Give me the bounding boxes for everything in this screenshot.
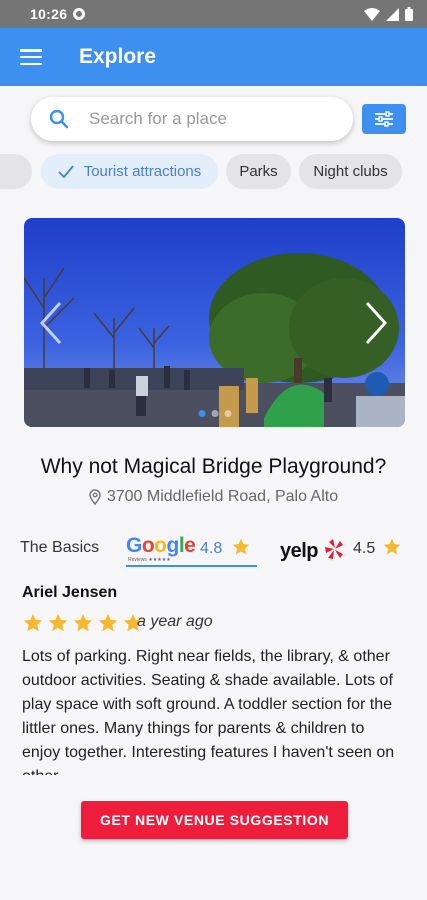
google-rating-value: 4.8: [200, 540, 223, 557]
page-title: Explore: [79, 45, 157, 68]
venue-address: 3700 Middlefield Road, Palo Alto: [0, 488, 427, 506]
check-icon: [58, 165, 74, 178]
chip-parks[interactable]: Parks: [226, 154, 291, 189]
star-icon: [383, 538, 401, 555]
search-bar[interactable]: [31, 97, 353, 141]
review-star-rating: [22, 612, 144, 634]
carousel-indicator: [198, 410, 231, 417]
star-icon: [73, 613, 93, 632]
get-new-venue-button[interactable]: GET NEW VENUE SUGGESTION: [81, 801, 348, 839]
status-icons: [364, 7, 413, 21]
signal-icon: [386, 7, 399, 21]
battery-icon: [405, 7, 413, 21]
venue-photo: [24, 218, 405, 427]
tab-google-reviews[interactable]: Google Reviews ★★★★★ 4.8: [126, 532, 257, 567]
google-reviews-caption: Reviews ★★★★★: [128, 557, 171, 563]
menu-icon[interactable]: [20, 49, 42, 65]
yelp-burst-icon: [325, 539, 343, 559]
chip-tourist-attractions[interactable]: Tourist attractions: [41, 154, 218, 189]
wifi-icon: [364, 7, 380, 21]
carousel-next-icon[interactable]: [355, 298, 395, 348]
star-icon: [232, 538, 250, 555]
search-input[interactable]: [89, 109, 309, 129]
status-bar: 10:26: [0, 0, 427, 28]
carousel-dot: [198, 410, 205, 417]
chip-night-clubs[interactable]: Night clubs: [299, 154, 402, 189]
chip-label: Parks: [239, 163, 278, 180]
carousel-dot: [224, 410, 231, 417]
tune-icon: [375, 111, 393, 127]
yelp-logo: yelp: [280, 540, 319, 562]
category-chips: Tourist attractions Parks Night clubs: [0, 154, 427, 190]
review-author: Ariel Jensen: [22, 584, 118, 601]
venue-title: Why not Magical Bridge Playground?: [40, 455, 387, 478]
tab-the-basics[interactable]: The Basics: [20, 539, 99, 557]
google-logo: Google: [126, 534, 196, 557]
search-icon: [49, 109, 69, 129]
status-time: 10:26: [30, 6, 68, 22]
chip-label: Tourist attractions: [83, 163, 202, 180]
star-icon: [98, 613, 118, 632]
address-text: 3700 Middlefield Road, Palo Alto: [106, 488, 339, 505]
star-icon: [48, 613, 68, 632]
settings-status-icon: [73, 8, 86, 20]
review-body[interactable]: Lots of parking. Right near fields, the …: [22, 645, 407, 775]
filter-button[interactable]: [362, 104, 406, 134]
star-icon: [23, 613, 43, 632]
app-bar: Explore: [0, 28, 427, 86]
chip-label: Night clubs: [313, 163, 388, 180]
yelp-rating-value: 4.5: [353, 540, 376, 557]
carousel-prev-icon[interactable]: [32, 298, 72, 348]
review-timestamp: a year ago: [137, 613, 213, 630]
ratings-tabs: The Basics Google Reviews ★★★★★ 4.8 yelp…: [20, 532, 410, 572]
location-pin-icon: [89, 489, 101, 505]
chip-partial[interactable]: [0, 154, 32, 189]
photo-carousel[interactable]: [24, 218, 405, 427]
carousel-dot: [211, 410, 218, 417]
tab-yelp-reviews[interactable]: yelp 4.5: [278, 532, 408, 567]
